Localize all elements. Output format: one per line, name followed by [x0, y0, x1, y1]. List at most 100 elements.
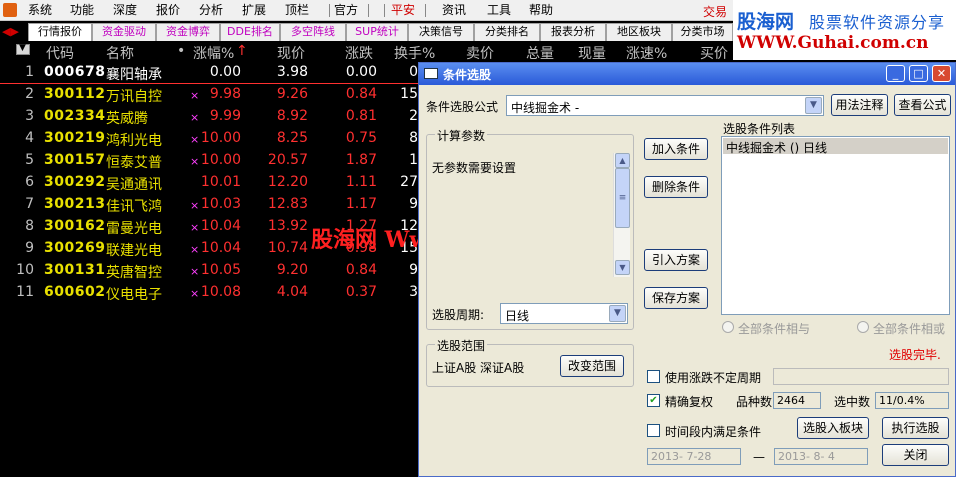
price: 12.20: [267, 174, 308, 190]
radio-or-label: 全部条件相或: [873, 322, 946, 336]
menu-function[interactable]: 功能: [70, 3, 94, 18]
period-value: 日线: [505, 309, 530, 323]
maximize-icon[interactable]: □: [909, 65, 928, 82]
col-ask[interactable]: 卖价: [466, 43, 494, 63]
tab-fund-game[interactable]: 资金博弈: [156, 23, 220, 41]
col-price[interactable]: 现价: [277, 43, 305, 63]
tab-dde-rank[interactable]: DDE排名: [220, 23, 280, 41]
stock-name: 仪电电子: [106, 287, 162, 303]
save-plan-button[interactable]: 保存方案: [644, 287, 708, 309]
tab-sup-stat[interactable]: SUP统计: [346, 23, 408, 41]
stock-code: 300292: [44, 174, 106, 190]
condition-list[interactable]: 中线掘金术 () 日线: [721, 136, 950, 315]
col-change[interactable]: 涨跌: [345, 43, 373, 63]
price: 20.57: [267, 152, 308, 168]
formula-select[interactable]: 中线掘金术 - ▼: [506, 95, 824, 116]
row-number: 5: [25, 152, 34, 168]
tab-fund-drive[interactable]: 资金驱动: [92, 23, 156, 41]
import-plan-button[interactable]: 引入方案: [644, 249, 708, 271]
col-volume[interactable]: 总量: [526, 43, 554, 63]
period-select[interactable]: 日线 ▼: [500, 303, 628, 324]
stock-code: 300213: [44, 196, 106, 212]
row-number: 4: [25, 130, 34, 146]
tab-quote[interactable]: 行情报价: [28, 23, 92, 41]
price: 8.25: [276, 130, 308, 146]
add-condition-button[interactable]: 加入条件: [644, 138, 708, 160]
view-formula-button[interactable]: 查看公式: [894, 94, 951, 116]
date-from-field[interactable]: 2013- 7-28: [647, 448, 741, 465]
delete-condition-button[interactable]: 删除条件: [644, 176, 708, 198]
menu-official[interactable]: 官方: [334, 3, 358, 18]
minimize-icon[interactable]: _: [886, 65, 905, 82]
tab-decision-signal[interactable]: 决策信号: [408, 23, 474, 41]
col-name[interactable]: 名称: [106, 43, 134, 63]
pct-change: 9.98: [209, 86, 241, 102]
menu-analysis[interactable]: 分析: [199, 3, 223, 18]
menu-extend[interactable]: 扩展: [242, 3, 266, 18]
watermark-banner: 交易 股海网 股票软件资源分享 WWW.Guhai.com.cn: [703, 0, 956, 60]
column-menu-icon[interactable]: ▼: [16, 43, 30, 55]
list-item[interactable]: 中线掘金术 () 日线: [723, 138, 948, 155]
col-code[interactable]: 代码: [46, 43, 74, 63]
tab-region-board[interactable]: 地区板块: [606, 23, 672, 41]
change: 0.81: [345, 108, 377, 124]
stock-name: 佳讯飞鸿: [106, 199, 162, 215]
menu-system[interactable]: 系统: [28, 3, 52, 18]
add-to-board-button[interactable]: 选股入板块: [797, 417, 869, 439]
tab-long-short[interactable]: 多空阵线: [280, 23, 346, 41]
scroll-thumb[interactable]: ≡: [615, 168, 630, 228]
col-pct-change[interactable]: 涨幅%: [193, 43, 234, 63]
menu-depth[interactable]: 深度: [113, 3, 137, 18]
change: 0.00: [345, 64, 377, 80]
usage-note-button[interactable]: 用法注释: [831, 94, 888, 116]
trade-link[interactable]: 交易: [703, 3, 727, 20]
close-icon[interactable]: ✕: [932, 65, 951, 82]
menu-pingan[interactable]: 平安: [391, 3, 415, 18]
chevron-down-icon[interactable]: ▼: [609, 305, 626, 322]
change-range-button[interactable]: 改变范围: [560, 355, 624, 377]
date-to-field[interactable]: 2013- 8- 4: [774, 448, 868, 465]
chevron-down-icon[interactable]: ▼: [805, 97, 822, 114]
tab-category-rank[interactable]: 分类排名: [474, 23, 540, 41]
stock-code: 002334: [44, 108, 106, 124]
col-cur-volume[interactable]: 现量: [578, 43, 606, 63]
radio-or[interactable]: [857, 321, 869, 333]
col-bid[interactable]: 买价: [700, 43, 728, 63]
run-screen-button[interactable]: 执行选股: [882, 417, 949, 439]
scroll-up-icon[interactable]: ▲: [615, 153, 630, 168]
menu-tools[interactable]: 工具: [487, 3, 511, 18]
use-period-label: 使用涨跌不定周期: [665, 371, 762, 385]
row-number: 9: [25, 240, 34, 256]
close-button[interactable]: 关闭: [882, 444, 949, 466]
turnover: 9: [409, 262, 418, 278]
exact-adjust-checkbox[interactable]: ✔: [647, 394, 660, 407]
col-speed[interactable]: 涨速%: [626, 43, 667, 63]
pct-change: 10.05: [200, 262, 241, 278]
app-logo-icon: [3, 3, 17, 17]
time-cond-checkbox[interactable]: [647, 424, 660, 437]
menu-help[interactable]: 帮助: [529, 3, 553, 18]
params-scrollbar[interactable]: ▲ ≡ ▼: [613, 153, 630, 277]
sort-up-arrow-icon: ↑: [236, 43, 248, 59]
price: 3.98: [276, 64, 308, 80]
tab-scroll-arrows-icon[interactable]: ◀▶: [2, 25, 19, 38]
menu-quote[interactable]: 报价: [156, 3, 180, 18]
stock-name: 联建光电: [106, 243, 162, 259]
menu-news[interactable]: 资讯: [442, 3, 466, 18]
scroll-down-icon[interactable]: ▼: [615, 260, 630, 275]
menu-topbar[interactable]: 顶栏: [285, 3, 309, 18]
radio-and[interactable]: [722, 321, 734, 333]
stock-code: 600602: [44, 284, 106, 300]
use-period-checkbox[interactable]: [647, 370, 660, 383]
pct-change: 10.08: [200, 284, 241, 300]
turnover: 9: [409, 196, 418, 212]
tab-report-analysis[interactable]: 报表分析: [540, 23, 606, 41]
row-number: 3: [25, 108, 34, 124]
dialog-titlebar[interactable]: 条件选股 _ □ ✕: [419, 63, 955, 85]
stock-name: 吴通通讯: [106, 177, 162, 193]
col-turnover[interactable]: 换手%: [394, 43, 435, 63]
row-number: 8: [25, 218, 34, 234]
stock-name: 襄阳轴承: [106, 67, 162, 83]
tab-category-market[interactable]: 分类市场: [672, 23, 733, 41]
watermark-url: WWW.Guhai.com.cn: [737, 33, 929, 53]
